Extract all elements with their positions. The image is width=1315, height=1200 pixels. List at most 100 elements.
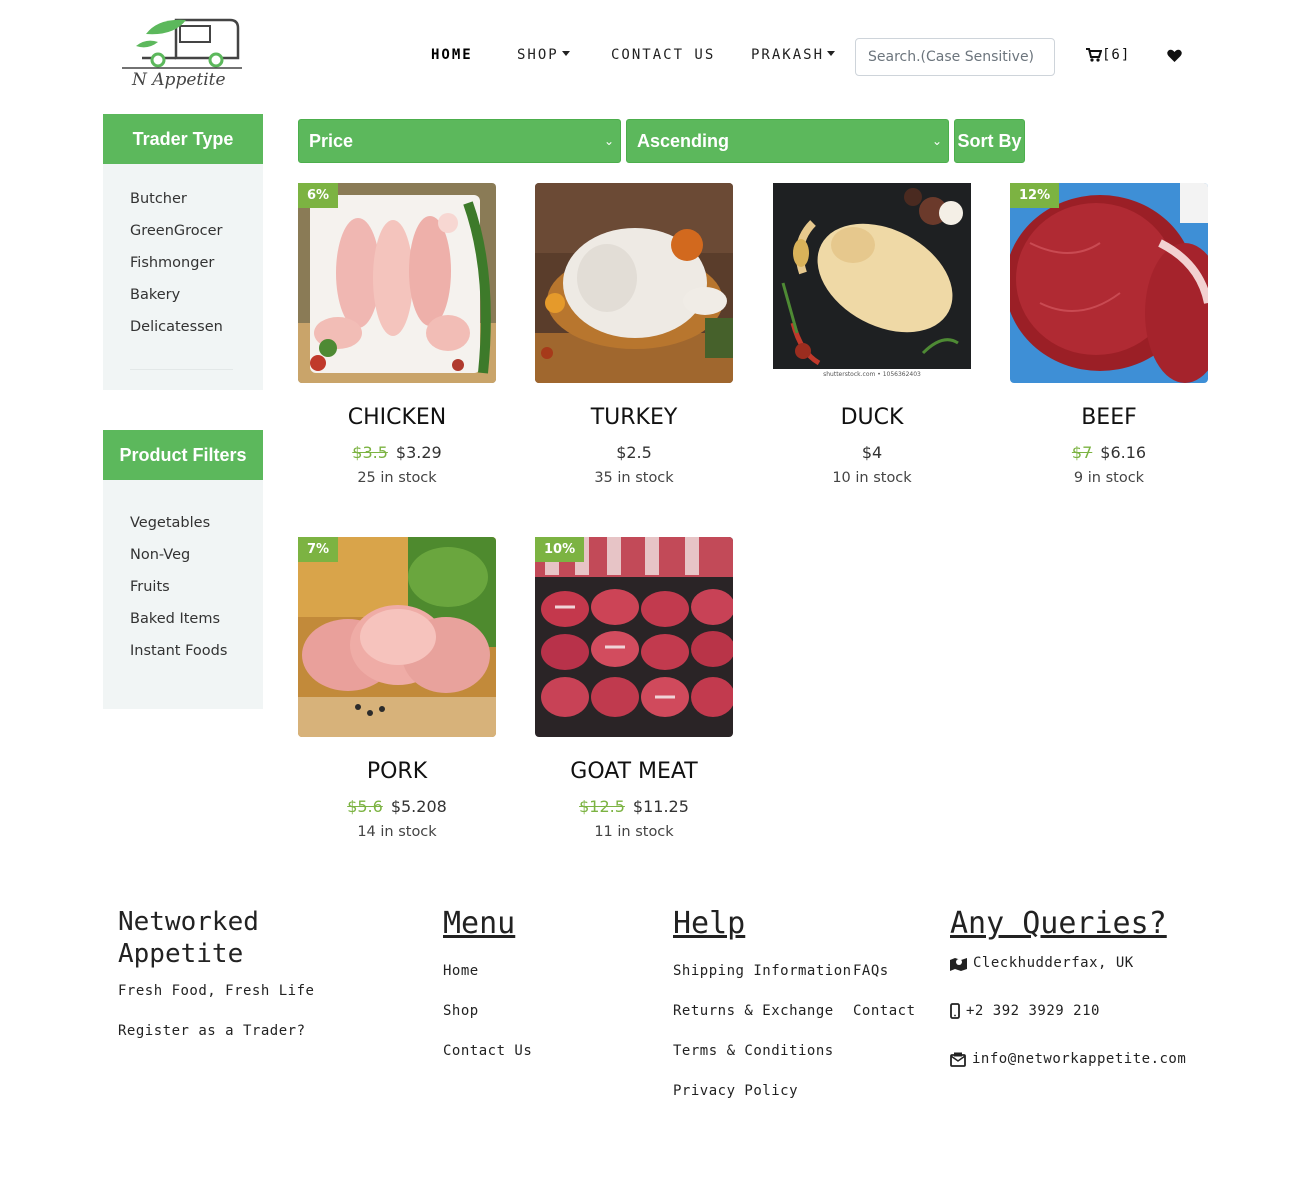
footer-phone[interactable]: +2 392 3929 210 — [950, 1003, 1100, 1019]
cart-icon — [1086, 48, 1102, 62]
map-marker-icon — [950, 957, 967, 971]
nav-home[interactable]: HOME — [431, 47, 473, 63]
original-price: $5.6 — [347, 797, 383, 816]
footer-tagline: Fresh Food, Fresh Life — [118, 983, 315, 999]
trader-item-bakery[interactable]: Bakery — [130, 287, 180, 303]
product-image-pork[interactable] — [298, 537, 496, 737]
discount-badge: 10% — [535, 537, 585, 562]
stock-count: 25 in stock — [357, 470, 437, 486]
trader-item-fishmonger[interactable]: Fishmonger — [130, 255, 214, 271]
stock-count: 9 in stock — [1073, 470, 1145, 486]
footer-brand-line: Appetite — [118, 939, 244, 969]
sale-price: $3.29 — [395, 443, 442, 462]
product-price: $5.6 $5.208 — [298, 797, 496, 816]
original-price: $7 — [1071, 443, 1093, 462]
product-name[interactable]: CHICKEN — [298, 405, 496, 430]
product-filters-heading: Product Filters — [103, 430, 263, 480]
footer-link-shop[interactable]: Shop — [443, 1003, 479, 1019]
caret-down-icon — [561, 50, 570, 56]
nav-shop[interactable]: SHOP — [517, 47, 570, 63]
product-image-chicken[interactable] — [298, 183, 496, 383]
footer-link-terms[interactable]: Terms & Conditions — [673, 1043, 834, 1059]
cart-button[interactable]: [6] — [1086, 47, 1130, 63]
product-image-goat-meat[interactable] — [535, 537, 733, 737]
filter-item-fruits[interactable]: Fruits — [130, 579, 170, 595]
product-name[interactable]: GOAT MEAT — [535, 759, 733, 784]
filter-item-baked-items[interactable]: Baked Items — [130, 611, 220, 627]
product-price: $12.5 $11.25 — [535, 797, 733, 816]
sort-order-value: Ascending — [637, 131, 730, 151]
sale-price: $11.25 — [632, 797, 689, 816]
product-price: $4 — [773, 443, 971, 462]
sale-price: $2.5 — [616, 443, 652, 462]
register-trader-link[interactable]: Register as a Trader? — [118, 1023, 306, 1039]
sale-price: $5.208 — [390, 797, 447, 816]
trader-item-greengrocer[interactable]: GreenGrocer — [130, 223, 223, 239]
product-image-beef[interactable] — [1010, 183, 1208, 383]
image-watermark: shutterstock.com • 1056362403 — [823, 371, 921, 378]
envelope-icon — [950, 1052, 966, 1067]
product-price: $3.5 $3.29 — [298, 443, 496, 462]
product-image-turkey[interactable] — [535, 183, 733, 383]
sale-price: $4 — [861, 443, 883, 462]
trader-item-delicatessen[interactable]: Delicatessen — [130, 319, 223, 335]
stock-count: 14 in stock — [357, 824, 437, 840]
delivery-truck-icon — [122, 18, 242, 69]
wishlist-button[interactable] — [1167, 48, 1182, 67]
stock-count: 35 in stock — [594, 470, 674, 486]
footer-link-contact[interactable]: Contact — [853, 1003, 916, 1019]
filter-item-instant-foods[interactable]: Instant Foods — [130, 643, 227, 659]
discount-badge: 6% — [298, 183, 339, 208]
sort-by-button[interactable]: Sort By — [954, 119, 1025, 163]
mobile-phone-icon — [950, 1003, 960, 1019]
nav-user-label: PRAKASH — [751, 47, 825, 63]
caret-down-icon — [827, 50, 836, 56]
stock-count: 10 in stock — [832, 470, 912, 486]
footer-link-returns[interactable]: Returns & Exchange — [673, 1003, 834, 1019]
stock-count: 11 in stock — [594, 824, 674, 840]
footer-brand: Networked Appetite — [118, 906, 259, 970]
product-price: $7 $6.16 — [1010, 443, 1208, 462]
chevron-down-icon: ⌄ — [603, 134, 614, 148]
heart-icon — [1167, 49, 1182, 62]
sale-price: $6.16 — [1100, 443, 1147, 462]
nav-user-menu[interactable]: PRAKASH — [751, 47, 836, 63]
email-text: info@networkappetite.com — [972, 1051, 1187, 1067]
trader-item-butcher[interactable]: Butcher — [130, 191, 187, 207]
nav-contact[interactable]: CONTACT US — [611, 47, 715, 63]
divider — [130, 369, 233, 370]
nav-shop-label: SHOP — [517, 47, 559, 63]
phone-text: +2 392 3929 210 — [966, 1003, 1100, 1019]
footer-link-faqs[interactable]: FAQs — [853, 963, 889, 979]
product-name[interactable]: PORK — [298, 759, 496, 784]
address-text: Cleckhudderfax, UK — [973, 955, 1134, 971]
sort-order-select[interactable]: Ascending ⌄ — [626, 119, 949, 163]
footer-menu-heading: Menu — [443, 906, 516, 941]
footer-address: Cleckhudderfax, UK — [950, 955, 1134, 971]
sort-field-select[interactable]: Price ⌄ — [298, 119, 621, 163]
filter-item-vegetables[interactable]: Vegetables — [130, 515, 210, 531]
product-image-duck[interactable]: shutterstock.com • 1056362403 — [773, 183, 971, 383]
footer-link-contact-us[interactable]: Contact Us — [443, 1043, 532, 1059]
product-price: $2.5 — [535, 443, 733, 462]
site-logo[interactable]: N Appetite — [118, 14, 246, 100]
footer-brand-line: Networked — [118, 907, 259, 937]
filter-item-non-veg[interactable]: Non-Veg — [130, 547, 190, 563]
product-name[interactable]: DUCK — [773, 405, 971, 430]
product-name[interactable]: BEEF — [1010, 405, 1208, 430]
footer-link-home[interactable]: Home — [443, 963, 479, 979]
sort-field-value: Price — [309, 131, 354, 151]
cart-count: [6] — [1102, 47, 1131, 63]
logo-text: N Appetite — [132, 70, 226, 90]
discount-badge: 12% — [1010, 183, 1060, 208]
footer-link-shipping[interactable]: Shipping Information — [673, 963, 852, 979]
footer-help-heading: Help — [673, 906, 746, 941]
footer-email[interactable]: info@networkappetite.com — [950, 1051, 1186, 1067]
product-name[interactable]: TURKEY — [535, 405, 733, 430]
footer-queries-heading: Any Queries? — [950, 906, 1167, 941]
footer-link-privacy[interactable]: Privacy Policy — [673, 1083, 798, 1099]
discount-badge: 7% — [298, 537, 339, 562]
search-input[interactable] — [855, 38, 1055, 76]
original-price: $12.5 — [579, 797, 625, 816]
trader-type-heading: Trader Type — [103, 114, 263, 164]
